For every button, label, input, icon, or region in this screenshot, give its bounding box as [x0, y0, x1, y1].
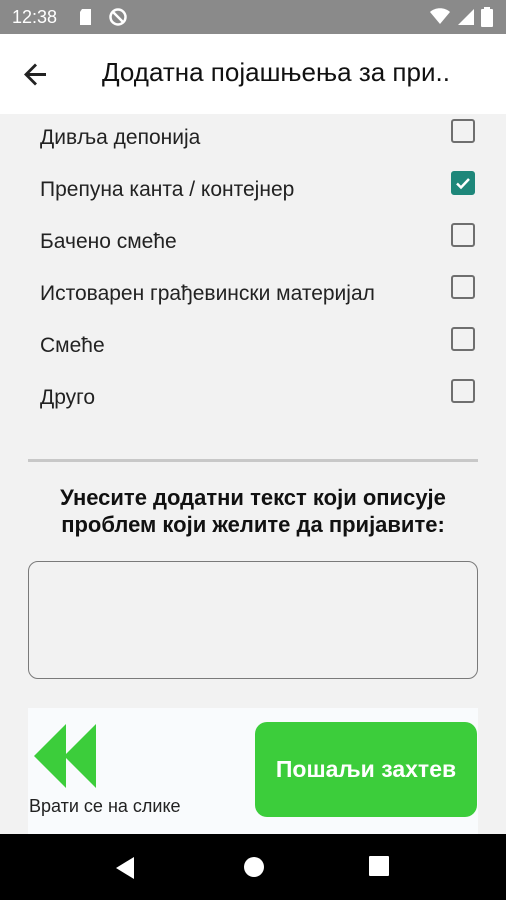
system-nav-bar [0, 834, 506, 900]
option-label: Дивља депонија [40, 126, 201, 149]
description-input[interactable] [28, 561, 478, 679]
action-bar: Врати се на слике Пошаљи захтев [28, 708, 478, 834]
option-wild-dump[interactable]: Дивља депонија [0, 114, 506, 166]
nav-back-icon[interactable] [114, 856, 136, 885]
option-label: Препуна канта / контејнер [40, 178, 295, 201]
option-other[interactable]: Друго [0, 374, 506, 426]
option-label: Смеће [40, 334, 105, 357]
report-details-form: Дивља депонија Препуна канта / контејнер… [0, 114, 506, 834]
divider [28, 459, 478, 462]
arrow-back-icon[interactable] [18, 56, 54, 92]
sd-card-icon [76, 7, 96, 27]
description-prompt: Унесите додатни текст који описује пробл… [60, 485, 446, 537]
checkbox[interactable] [451, 119, 475, 143]
status-time: 12:38 [12, 7, 58, 27]
page-title: Додатна појашњења за при.. [102, 57, 450, 87]
checkbox[interactable] [451, 379, 475, 403]
checkbox-checked[interactable] [451, 171, 475, 195]
option-label: Истоварен грађевински материјал [40, 282, 375, 305]
signal-icon [456, 7, 476, 27]
option-thrown-garbage[interactable]: Бачено смеће [0, 218, 506, 270]
back-to-images-link[interactable]: Врати се на слике [29, 796, 181, 817]
checkbox[interactable] [451, 223, 475, 247]
wifi-icon [430, 7, 450, 27]
option-construction-material[interactable]: Истоварен грађевински материјал [0, 270, 506, 322]
option-garbage[interactable]: Смеће [0, 322, 506, 374]
check-icon [456, 178, 470, 190]
nav-home-icon[interactable] [243, 856, 265, 883]
option-label: Бачено смеће [40, 230, 177, 253]
rewind-icon[interactable] [32, 724, 98, 788]
send-request-button[interactable]: Пошаљи захтев [255, 722, 477, 817]
nav-recents-icon[interactable] [369, 856, 389, 881]
status-bar: 12:38 [0, 0, 506, 34]
option-label: Друго [40, 386, 96, 409]
app-bar: Додатна појашњења за при.. [0, 34, 506, 114]
battery-icon [480, 7, 494, 27]
data-saver-icon [108, 7, 128, 27]
checkbox[interactable] [451, 275, 475, 299]
checkbox[interactable] [451, 327, 475, 351]
option-full-bin[interactable]: Препуна канта / контејнер [0, 166, 506, 218]
